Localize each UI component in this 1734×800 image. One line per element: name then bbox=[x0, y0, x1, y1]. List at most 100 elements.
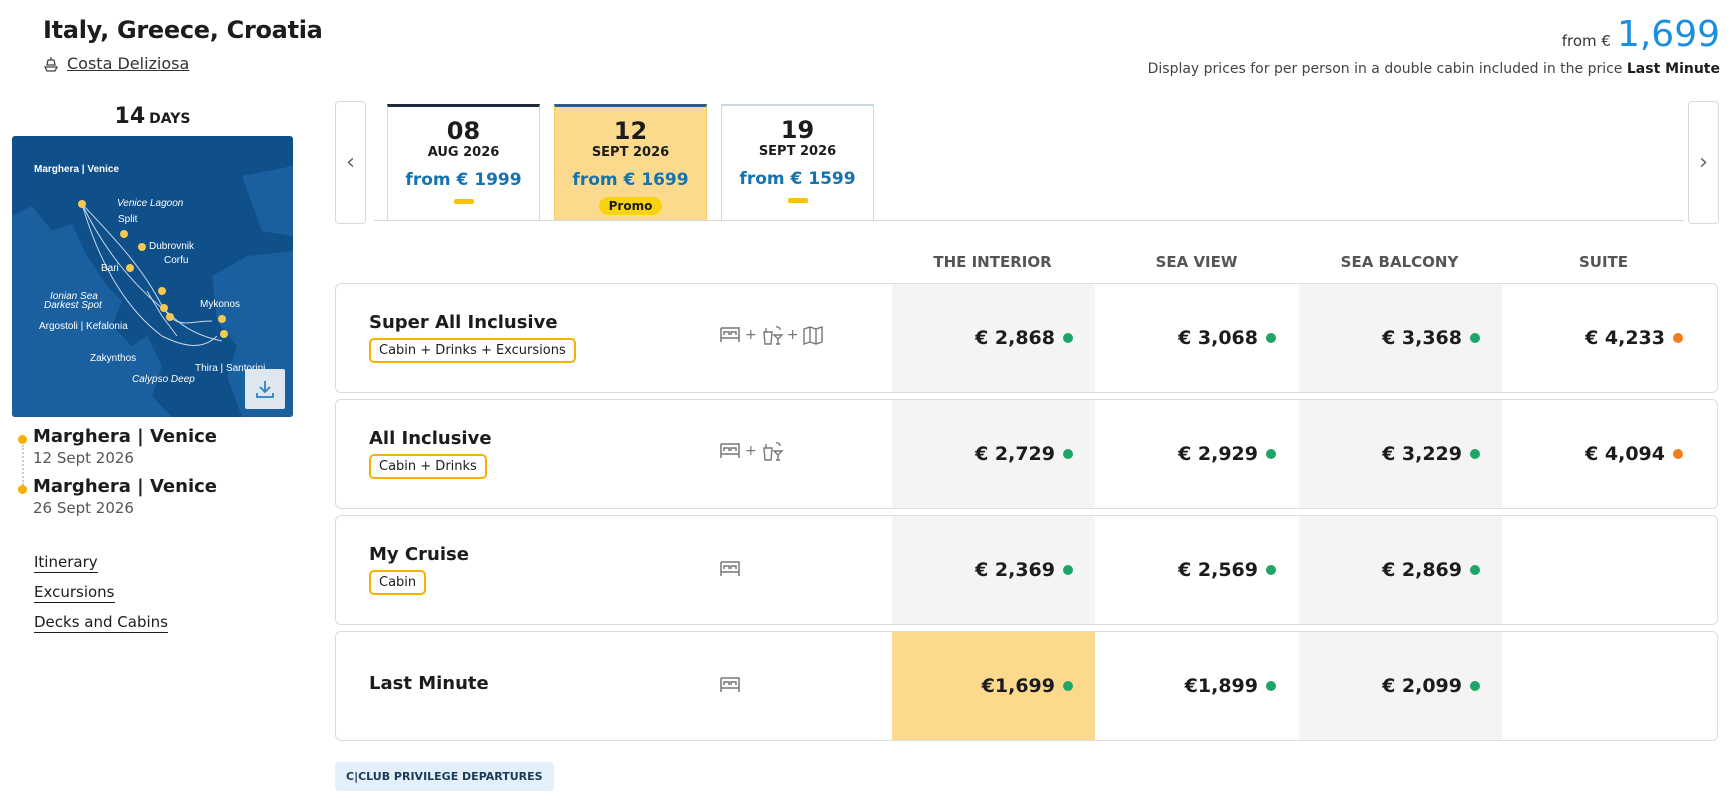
package-name: All Inclusive bbox=[369, 428, 492, 449]
departure-stop: Marghera | Venice 12 Sept 2026 bbox=[18, 426, 298, 467]
bed-icon bbox=[720, 443, 740, 458]
availability-dot bbox=[1470, 449, 1480, 459]
package-icons: + + bbox=[718, 324, 825, 346]
price-value: € 2,929 bbox=[1178, 443, 1258, 465]
price-cell-sea-view[interactable]: € 2,929 bbox=[1095, 400, 1298, 508]
days-unit: DAYS bbox=[149, 111, 191, 127]
availability-dot bbox=[1266, 681, 1276, 691]
link-itinerary[interactable]: Itinerary bbox=[34, 553, 98, 573]
date-tab-1[interactable]: 12 SEPT 2026 from € 1699 Promo bbox=[554, 104, 707, 220]
arrival-date: 26 Sept 2026 bbox=[33, 499, 134, 517]
chevron-left-icon: ‹ bbox=[346, 150, 355, 175]
price-cell-suite[interactable]: € 4,233 bbox=[1502, 284, 1705, 392]
package-name: My Cruise bbox=[369, 544, 469, 565]
date-tab-0[interactable]: 08 AUG 2026 from € 1999 bbox=[387, 104, 540, 220]
from-label: from € bbox=[1561, 32, 1611, 50]
trip-duration: 14 DAYS bbox=[12, 104, 293, 129]
price-cell-interior[interactable]: € 2,868 bbox=[892, 284, 1095, 392]
package-row-super-all-inclusive: Super All Inclusive Cabin + Drinks + Exc… bbox=[335, 283, 1718, 393]
col-header-suite: SUITE bbox=[1578, 253, 1629, 271]
price-value: € 2,369 bbox=[975, 559, 1055, 581]
arrival-dot bbox=[18, 485, 27, 494]
availability-dot bbox=[1266, 333, 1276, 343]
plus-sign: + bbox=[786, 327, 799, 343]
date-tab-2[interactable]: 19 SEPT 2026 from € 1599 bbox=[721, 104, 874, 220]
date-price: from € 1699 bbox=[572, 170, 689, 190]
date-price: from € 1599 bbox=[739, 169, 856, 189]
availability-dot bbox=[1266, 565, 1276, 575]
days-number: 14 bbox=[114, 104, 146, 129]
availability-dot bbox=[1673, 449, 1683, 459]
price-cell-interior[interactable]: € 2,369 bbox=[892, 516, 1095, 624]
package-row-my-cruise: My Cruise Cabin € 2,369 € 2,569 € 2,869 bbox=[335, 515, 1718, 625]
package-row-all-inclusive: All Inclusive Cabin + Drinks + € 2,729 €… bbox=[335, 399, 1718, 509]
package-name: Last Minute bbox=[369, 673, 489, 694]
bed-icon bbox=[720, 561, 740, 576]
bed-icon bbox=[720, 327, 740, 342]
date-day: 19 bbox=[780, 116, 815, 144]
availability-dot bbox=[1063, 333, 1073, 343]
price-value: € 2,729 bbox=[975, 443, 1055, 465]
next-dates-button[interactable]: › bbox=[1688, 101, 1719, 224]
price-value: € 3,368 bbox=[1382, 327, 1462, 349]
link-decks-and-cabins[interactable]: Decks and Cabins bbox=[34, 613, 168, 633]
date-month: SEPT 2026 bbox=[591, 145, 670, 160]
col-header-sea-view: SEA VIEW bbox=[1155, 253, 1238, 271]
availability-dot bbox=[1266, 449, 1276, 459]
package-tag: Cabin + Drinks + Excursions bbox=[369, 338, 576, 363]
price-cell-sea-balcony[interactable]: € 3,229 bbox=[1299, 400, 1502, 508]
ship-link[interactable]: Costa Deliziosa bbox=[43, 54, 189, 73]
prev-dates-button[interactable]: ‹ bbox=[335, 101, 366, 224]
date-month: SEPT 2026 bbox=[758, 144, 837, 159]
price-cell-sea-view[interactable]: € 2,569 bbox=[1095, 516, 1298, 624]
map-label-1: Venice Lagoon bbox=[117, 198, 184, 209]
availability-dot bbox=[1063, 565, 1073, 575]
availability-dot bbox=[1470, 681, 1480, 691]
package-tag: Cabin + Drinks bbox=[369, 454, 487, 479]
drinks-icon bbox=[762, 326, 784, 345]
ship-name[interactable]: Costa Deliziosa bbox=[67, 54, 189, 73]
date-price: from € 1999 bbox=[405, 170, 522, 190]
bed-icon bbox=[720, 677, 740, 692]
itinerary-map[interactable]: Marghera | Venice Venice Lagoon Split Du… bbox=[12, 136, 293, 417]
price-value: € 2,868 bbox=[975, 327, 1055, 349]
price-cell-suite[interactable]: € 4,094 bbox=[1502, 400, 1705, 508]
price-cell-interior[interactable]: €1,699 bbox=[892, 632, 1095, 740]
price-cell-sea-balcony[interactable]: € 2,099 bbox=[1299, 632, 1502, 740]
availability-bar bbox=[453, 199, 474, 204]
price-cell-sea-balcony[interactable]: € 3,368 bbox=[1299, 284, 1502, 392]
price-cell-interior[interactable]: € 2,729 bbox=[892, 400, 1095, 508]
price-cell-sea-view[interactable]: €1,899 bbox=[1095, 632, 1298, 740]
availability-dot bbox=[1673, 333, 1683, 343]
price-value: € 4,094 bbox=[1585, 443, 1665, 465]
chevron-right-icon: › bbox=[1699, 150, 1708, 175]
package-icons bbox=[718, 674, 742, 696]
ship-icon bbox=[43, 56, 59, 72]
map-label-9: Argostoli | Kefalonia bbox=[39, 321, 128, 332]
plus-sign: + bbox=[745, 327, 757, 343]
package-icons: + bbox=[718, 440, 784, 462]
map-label-2: Split bbox=[118, 214, 138, 225]
link-excursions[interactable]: Excursions bbox=[34, 583, 115, 603]
plus-sign: + bbox=[745, 443, 757, 459]
date-tabs-baseline bbox=[374, 220, 1684, 221]
departure-dot bbox=[18, 435, 27, 444]
download-icon bbox=[256, 381, 274, 398]
availability-bar bbox=[787, 198, 808, 203]
price-cell-sea-view[interactable]: € 3,068 bbox=[1095, 284, 1298, 392]
arrival-stop: Marghera | Venice 26 Sept 2026 bbox=[18, 476, 298, 517]
map-label-5: Bari bbox=[101, 263, 119, 274]
package-name: Super All Inclusive bbox=[369, 312, 558, 333]
price-cell-sea-balcony[interactable]: € 2,869 bbox=[1299, 516, 1502, 624]
price-value: € 2,099 bbox=[1382, 675, 1462, 697]
col-header-interior: THE INTERIOR bbox=[933, 253, 1052, 271]
date-day: 12 bbox=[613, 117, 648, 145]
availability-dot bbox=[1063, 681, 1073, 691]
price-note-text: Display prices for per person in a doubl… bbox=[1147, 61, 1623, 77]
map-download-button[interactable] bbox=[245, 369, 285, 409]
availability-dot bbox=[1470, 333, 1480, 343]
departure-date: 12 Sept 2026 bbox=[33, 449, 134, 467]
cclub-privilege-badge[interactable]: C|CLUB PRIVILEGE DEPARTURES bbox=[335, 762, 554, 791]
price-value: € 3,068 bbox=[1178, 327, 1258, 349]
date-day: 08 bbox=[446, 117, 481, 145]
